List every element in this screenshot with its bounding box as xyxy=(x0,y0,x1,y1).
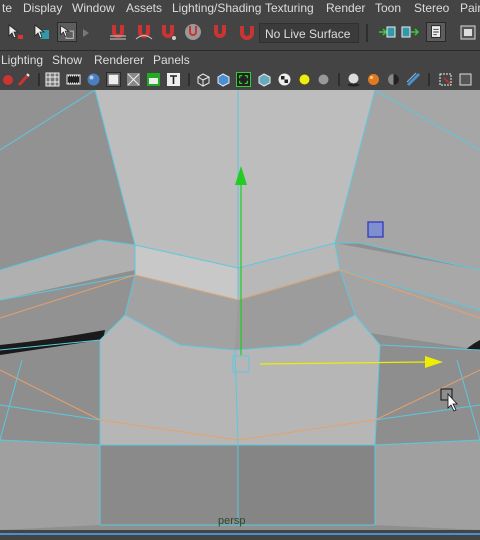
menu-window[interactable]: Window xyxy=(72,0,115,16)
panel-menu-lighting[interactable]: Lighting xyxy=(1,51,43,69)
select-by-hierarchy-icon[interactable] xyxy=(6,22,26,42)
menu-assets[interactable]: Assets xyxy=(126,0,162,16)
isolate-select-icon[interactable] xyxy=(236,72,251,87)
mesh-geometry xyxy=(0,90,480,530)
panel-toolbar xyxy=(0,69,480,90)
collapse-arrow-icon[interactable] xyxy=(82,28,90,38)
xray-icon[interactable] xyxy=(126,72,141,87)
separator xyxy=(38,73,40,86)
panel-menu-bar: Lighting Show Renderer Panels xyxy=(0,51,480,69)
separator xyxy=(188,73,190,86)
shadows-icon[interactable] xyxy=(346,72,361,87)
screen-space-ao-icon[interactable] xyxy=(386,72,401,87)
grease-pencil-icon[interactable] xyxy=(438,72,453,87)
separator xyxy=(338,73,340,86)
bounding-box-cube-icon[interactable] xyxy=(257,72,272,87)
separator xyxy=(428,73,430,86)
input-operations-icon[interactable] xyxy=(400,22,420,42)
input-output-connections-icon[interactable] xyxy=(377,22,397,42)
selected-vertex-marker[interactable] xyxy=(367,221,384,238)
viewport-bottom-edge xyxy=(0,530,480,540)
mesh-face xyxy=(0,340,100,445)
default-light-icon[interactable] xyxy=(297,72,312,87)
separator xyxy=(366,24,368,42)
menu-toon[interactable]: Toon xyxy=(375,0,401,16)
select-by-object-icon[interactable] xyxy=(32,22,52,42)
panel-menu-show[interactable]: Show xyxy=(52,51,82,69)
menu-texturing[interactable]: Texturing xyxy=(265,0,314,16)
panel-menu-renderer[interactable]: Renderer xyxy=(94,51,144,69)
menu-paint[interactable]: Pain xyxy=(460,0,480,16)
menu-stereo[interactable]: Stereo xyxy=(414,0,449,16)
motion-blur-icon[interactable] xyxy=(406,72,421,87)
snap-to-grid-icon[interactable] xyxy=(108,22,128,42)
hardware-texturing-icon[interactable] xyxy=(366,72,381,87)
snap-to-point-icon[interactable] xyxy=(158,22,178,42)
snap-to-curve-icon[interactable] xyxy=(134,22,154,42)
wireframe-shade-icon[interactable] xyxy=(106,72,121,87)
smooth-shade-icon[interactable] xyxy=(86,72,101,87)
menu-lighting-shading[interactable]: Lighting/Shading xyxy=(172,0,261,16)
mesh-face xyxy=(375,440,480,530)
ipr-render-icon[interactable] xyxy=(458,22,478,42)
checker-texture-icon[interactable] xyxy=(277,72,292,87)
main-menu-bar: te Display Window Assets Lighting/Shadin… xyxy=(0,0,480,16)
shaded-cube-icon[interactable] xyxy=(216,72,231,87)
render-current-frame-icon[interactable] xyxy=(426,22,446,42)
film-gate-icon[interactable] xyxy=(66,72,81,87)
menu-create[interactable]: te xyxy=(2,0,12,16)
make-live-icon[interactable] xyxy=(210,22,230,42)
text-label-icon[interactable] xyxy=(166,72,181,87)
panel-menu-panels[interactable]: Panels xyxy=(153,51,190,69)
gamma-icon[interactable] xyxy=(0,72,15,87)
snap-to-view-plane-icon[interactable] xyxy=(183,22,203,42)
mesh-face xyxy=(238,445,375,525)
live-surface-magnet-icon[interactable] xyxy=(237,22,257,42)
camera-attributes-icon[interactable] xyxy=(458,72,473,87)
status-line: No Live Surface xyxy=(0,16,480,51)
paint-brush-icon[interactable] xyxy=(16,72,31,87)
mesh-face xyxy=(95,90,375,268)
mesh-face xyxy=(100,445,238,525)
maya-window: te Display Window Assets Lighting/Shadin… xyxy=(0,0,480,540)
camera-name-label: persp xyxy=(218,515,246,527)
textured-icon[interactable] xyxy=(146,72,161,87)
menu-display[interactable]: Display xyxy=(23,0,62,16)
all-lights-icon[interactable] xyxy=(316,72,331,87)
active-panel-border xyxy=(0,533,480,535)
menu-render[interactable]: Render xyxy=(326,0,365,16)
wireframe-on-shaded-icon[interactable] xyxy=(45,72,60,87)
wireframe-cube-icon[interactable] xyxy=(196,72,211,87)
live-surface-field[interactable]: No Live Surface xyxy=(259,23,359,43)
select-by-component-icon[interactable] xyxy=(57,22,77,42)
persp-viewport[interactable]: persp xyxy=(0,90,480,530)
mesh-face xyxy=(0,440,100,530)
